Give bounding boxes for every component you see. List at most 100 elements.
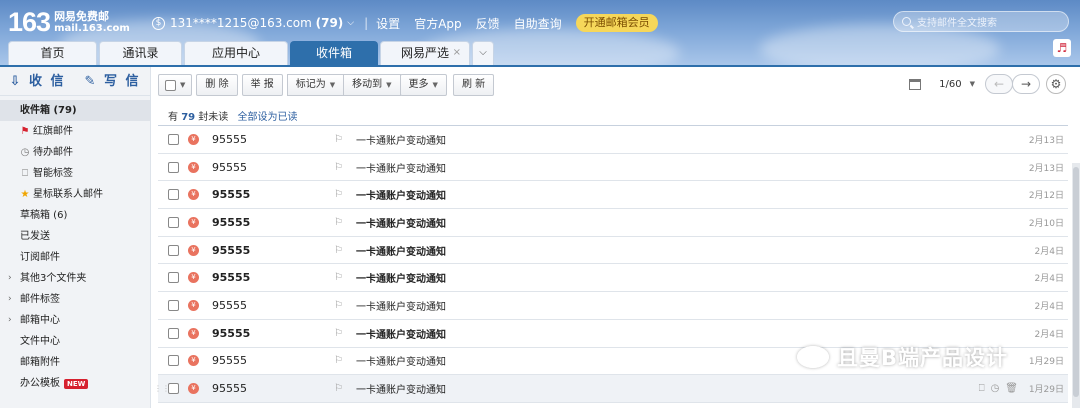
tab-more-button[interactable]: ⌵ xyxy=(472,41,494,65)
more-dropdown[interactable]: 更多 ▼ xyxy=(399,74,447,96)
sidebar-item-templates[interactable]: 办公模板 NEW xyxy=(0,373,150,394)
trash-icon[interactable]: 🗑 xyxy=(1005,383,1024,394)
account-unread-count: (79) xyxy=(315,16,344,30)
gear-icon[interactable]: ⚙ xyxy=(1046,74,1066,94)
sidebar-item-sent[interactable]: 已发送 xyxy=(0,226,150,247)
tab-inbox[interactable]: 收件箱 xyxy=(290,41,378,65)
sidebar-item-attachments[interactable]: 邮箱附件 xyxy=(0,352,150,373)
table-row[interactable]: ¥95555 ⚐ 一卡通账户变动通知 2月4日 xyxy=(158,264,1068,293)
flag-icon[interactable]: ⚐ xyxy=(334,272,343,283)
flag-icon[interactable]: ⚐ xyxy=(334,383,343,394)
sidebar-item-other-folders[interactable]: › 其他3个文件夹 xyxy=(0,268,150,289)
flag-icon[interactable]: ⚐ xyxy=(334,217,343,228)
checkbox[interactable] xyxy=(168,244,179,256)
receive-button[interactable]: ⇩ 收 信 xyxy=(0,67,75,95)
chevron-down-icon[interactable]: ▼ xyxy=(970,80,975,88)
receive-label: 收 信 xyxy=(28,74,66,89)
checkbox[interactable] xyxy=(165,79,176,91)
sidebar-item-smart-tags[interactable]: ⎕ 智能标签 xyxy=(0,163,150,184)
row-actions[interactable]: ⎕◷🗑 xyxy=(979,383,1024,394)
checkbox[interactable] xyxy=(168,299,179,311)
bookmark-icon: ⎕ xyxy=(22,168,28,179)
logo-number: 163 xyxy=(8,7,51,37)
checkbox[interactable] xyxy=(168,355,179,367)
chevron-down-icon[interactable]: ⌵ xyxy=(347,18,354,28)
search-input[interactable]: 支持邮件全文搜索 xyxy=(893,11,1069,32)
sidebar-item-drafts[interactable]: 草稿箱 (6) xyxy=(0,205,150,226)
chevron-right-icon: › xyxy=(8,273,12,283)
scrollbar-thumb[interactable] xyxy=(1073,167,1079,397)
delete-button[interactable]: 删 除 xyxy=(196,74,238,96)
prev-page-button[interactable]: ← xyxy=(985,74,1013,94)
table-row[interactable]: ¥95555 ⚐ 一卡通账户变动通知 2月13日 xyxy=(158,154,1068,182)
feedback-link[interactable]: 反馈 xyxy=(476,15,500,32)
clock-icon[interactable]: ◷ xyxy=(991,383,1006,394)
table-row[interactable]: ¥95555 ⚐ 一卡通账户变动通知 2月13日 xyxy=(158,126,1068,154)
account-name[interactable]: 131****1215@163.com (79) xyxy=(170,16,343,30)
flag-icon[interactable]: ⚐ xyxy=(334,300,343,311)
write-label: 写 信 xyxy=(103,74,141,89)
move-to-dropdown[interactable]: 移动到 ▼ xyxy=(343,74,401,96)
chevron-down-icon: ▼ xyxy=(180,81,186,89)
pager: 1/60 ▼ ← → ⚙ xyxy=(909,74,1066,94)
coin-icon: $ xyxy=(152,16,165,30)
sidebar-item-subscriptions[interactable]: 订阅邮件 xyxy=(0,247,150,268)
select-all-checkbox[interactable]: ▼ xyxy=(158,74,193,96)
subject: 一卡通账户变动通知 xyxy=(356,385,446,397)
sidebar-item-label: 已发送 xyxy=(20,231,50,242)
checkbox[interactable] xyxy=(168,272,179,284)
next-page-button[interactable]: → xyxy=(1012,74,1040,94)
checkbox[interactable] xyxy=(168,161,179,173)
sidebar-item-mail-center[interactable]: › 邮箱中心 xyxy=(0,310,150,331)
self-service-link[interactable]: 自助查询 xyxy=(514,15,562,32)
flag-icon[interactable]: ⚐ xyxy=(334,189,343,200)
calendar-icon[interactable] xyxy=(909,78,922,90)
table-row[interactable]: ¥95555 ⚐ 一卡通账户变动通知 2月10日 xyxy=(158,209,1068,237)
sidebar-item-label: 其他3个文件夹 xyxy=(20,273,87,284)
tab-yanxuan[interactable]: 网易严选 × xyxy=(380,41,470,65)
sidebar-item-label: 红旗邮件 xyxy=(33,126,73,137)
table-row[interactable]: ¥95555 ⚐ 一卡通账户变动通知 2月4日 xyxy=(158,292,1068,320)
table-row[interactable]: ⋮⋮ ¥95555 ⚐ 一卡通账户变动通知 ⎕◷🗑 1月29日 xyxy=(154,375,1068,403)
checkbox[interactable] xyxy=(168,383,179,395)
vip-button[interactable]: 开通邮箱会员 xyxy=(575,14,658,32)
chevron-down-icon: ▼ xyxy=(329,81,336,89)
date: 2月13日 xyxy=(1028,163,1064,174)
date: 1月29日 xyxy=(1028,357,1064,368)
report-button[interactable]: 举 报 xyxy=(241,74,283,96)
write-button[interactable]: ✎ 写 信 xyxy=(75,67,150,95)
sidebar-item-flagged[interactable]: ⚑ 红旗邮件 xyxy=(0,121,150,142)
table-row[interactable]: ¥95555 ⚐ 一卡通账户变动通知 2月4日 xyxy=(158,237,1068,265)
sidebar-item-mail-tags[interactable]: › 邮件标签 xyxy=(0,289,150,310)
logo[interactable]: 163 网易免费邮 mail.163.com xyxy=(8,8,130,36)
flag-icon[interactable]: ⚐ xyxy=(334,328,343,339)
sidebar-item-inbox[interactable]: 收件箱 (79) xyxy=(0,100,150,121)
flag-icon[interactable]: ⚐ xyxy=(334,245,343,256)
settings-link[interactable]: 设置 xyxy=(376,15,400,32)
app-link[interactable]: 官方App xyxy=(414,15,461,32)
checkbox[interactable] xyxy=(168,327,179,339)
flag-icon[interactable]: ⚐ xyxy=(334,134,343,145)
scrollbar[interactable] xyxy=(1072,163,1080,408)
checkbox[interactable] xyxy=(168,133,179,145)
mark-as-dropdown[interactable]: 标记为 ▼ xyxy=(286,74,345,96)
tab-home[interactable]: 首页 xyxy=(8,41,97,65)
refresh-button[interactable]: 刷 新 xyxy=(452,74,495,96)
music-icon[interactable]: ♬ xyxy=(1053,39,1071,57)
table-row[interactable]: ¥95555 ⚐ 一卡通账户变动通知 2月12日 xyxy=(158,181,1068,210)
flag-icon[interactable]: ⚐ xyxy=(334,355,343,366)
sidebar-item-file-center[interactable]: 文件中心 xyxy=(0,331,150,352)
page-indicator[interactable]: 1/60 xyxy=(939,79,961,90)
close-icon[interactable]: × xyxy=(453,42,461,64)
tab-contacts[interactable]: 通讯录 xyxy=(99,41,182,65)
sidebar-item-starred[interactable]: ★ 星标联系人邮件 xyxy=(0,184,150,205)
checkbox[interactable] xyxy=(168,189,179,201)
sidebar-item-todo[interactable]: ◷ 待办邮件 xyxy=(0,142,150,163)
tab-apps[interactable]: 应用中心 xyxy=(184,41,288,65)
checkbox[interactable] xyxy=(168,216,179,228)
mark-all-read-link[interactable]: 全部设为已读 xyxy=(237,112,297,123)
date: 2月13日 xyxy=(1028,135,1064,146)
bookmark-icon[interactable]: ⎕ xyxy=(979,383,991,394)
sidebar-item-label: 星标联系人邮件 xyxy=(33,189,103,200)
flag-icon[interactable]: ⚐ xyxy=(334,162,343,173)
